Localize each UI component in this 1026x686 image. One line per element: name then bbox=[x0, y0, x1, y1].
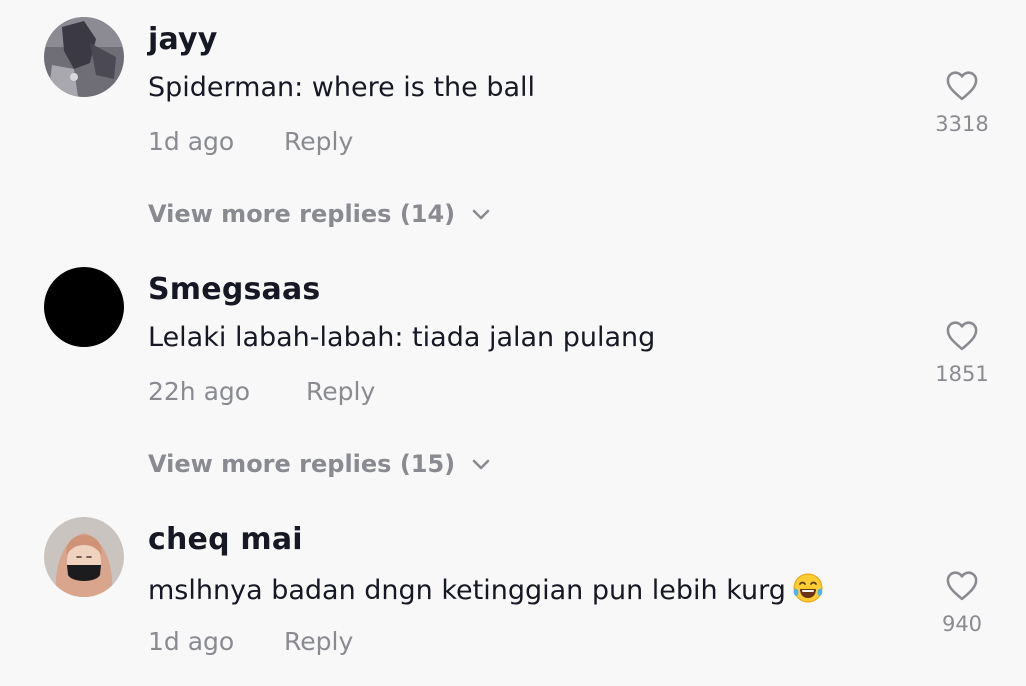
username[interactable]: cheq mai bbox=[148, 522, 303, 557]
heart-outline-icon[interactable] bbox=[944, 568, 980, 602]
view-more-replies-button[interactable]: View more replies (15) bbox=[148, 450, 491, 478]
chevron-down-icon bbox=[472, 209, 490, 220]
like-count: 940 bbox=[941, 612, 983, 636]
comment-text: mslhnya badan dngn ketinggian pun lebih … bbox=[148, 572, 824, 606]
heart-outline-icon[interactable] bbox=[944, 68, 980, 102]
like-control: 940 bbox=[920, 568, 1004, 636]
reply-button[interactable]: Reply bbox=[284, 127, 353, 156]
avatar[interactable] bbox=[44, 517, 124, 597]
like-control: 3318 bbox=[920, 68, 1004, 136]
view-more-replies-label: View more replies (15) bbox=[148, 450, 456, 478]
view-more-replies-button[interactable]: View more replies (14) bbox=[148, 200, 491, 228]
like-count: 3318 bbox=[935, 112, 989, 136]
comment-text: Lelaki labah-labah: tiada jalan pulang bbox=[148, 322, 656, 353]
avatar[interactable] bbox=[44, 17, 124, 97]
username[interactable]: Smegsaas bbox=[148, 272, 321, 307]
avatar-image bbox=[44, 267, 124, 347]
face-with-tears-of-joy-emoji bbox=[793, 573, 823, 603]
chevron-down-icon bbox=[472, 459, 490, 470]
like-count: 1851 bbox=[935, 362, 989, 386]
view-more-replies-label: View more replies (14) bbox=[148, 200, 456, 228]
comment-time: 22h ago bbox=[148, 377, 251, 406]
comment-time: 1d ago bbox=[148, 627, 235, 656]
heart-outline-icon[interactable] bbox=[944, 318, 980, 352]
like-control: 1851 bbox=[920, 318, 1004, 386]
comment-text-content: mslhnya badan dngn ketinggian pun lebih … bbox=[148, 575, 786, 606]
comment-text: Spiderman: where is the ball bbox=[148, 72, 536, 103]
avatar[interactable] bbox=[44, 267, 124, 347]
avatar-image bbox=[44, 17, 124, 97]
reply-button[interactable]: Reply bbox=[284, 627, 353, 656]
avatar-image bbox=[44, 517, 124, 597]
reply-button[interactable]: Reply bbox=[306, 377, 375, 406]
comments-panel: jayy Spiderman: where is the ball 1d ago… bbox=[0, 0, 1026, 686]
comment-time: 1d ago bbox=[148, 127, 235, 156]
username[interactable]: jayy bbox=[148, 22, 218, 57]
